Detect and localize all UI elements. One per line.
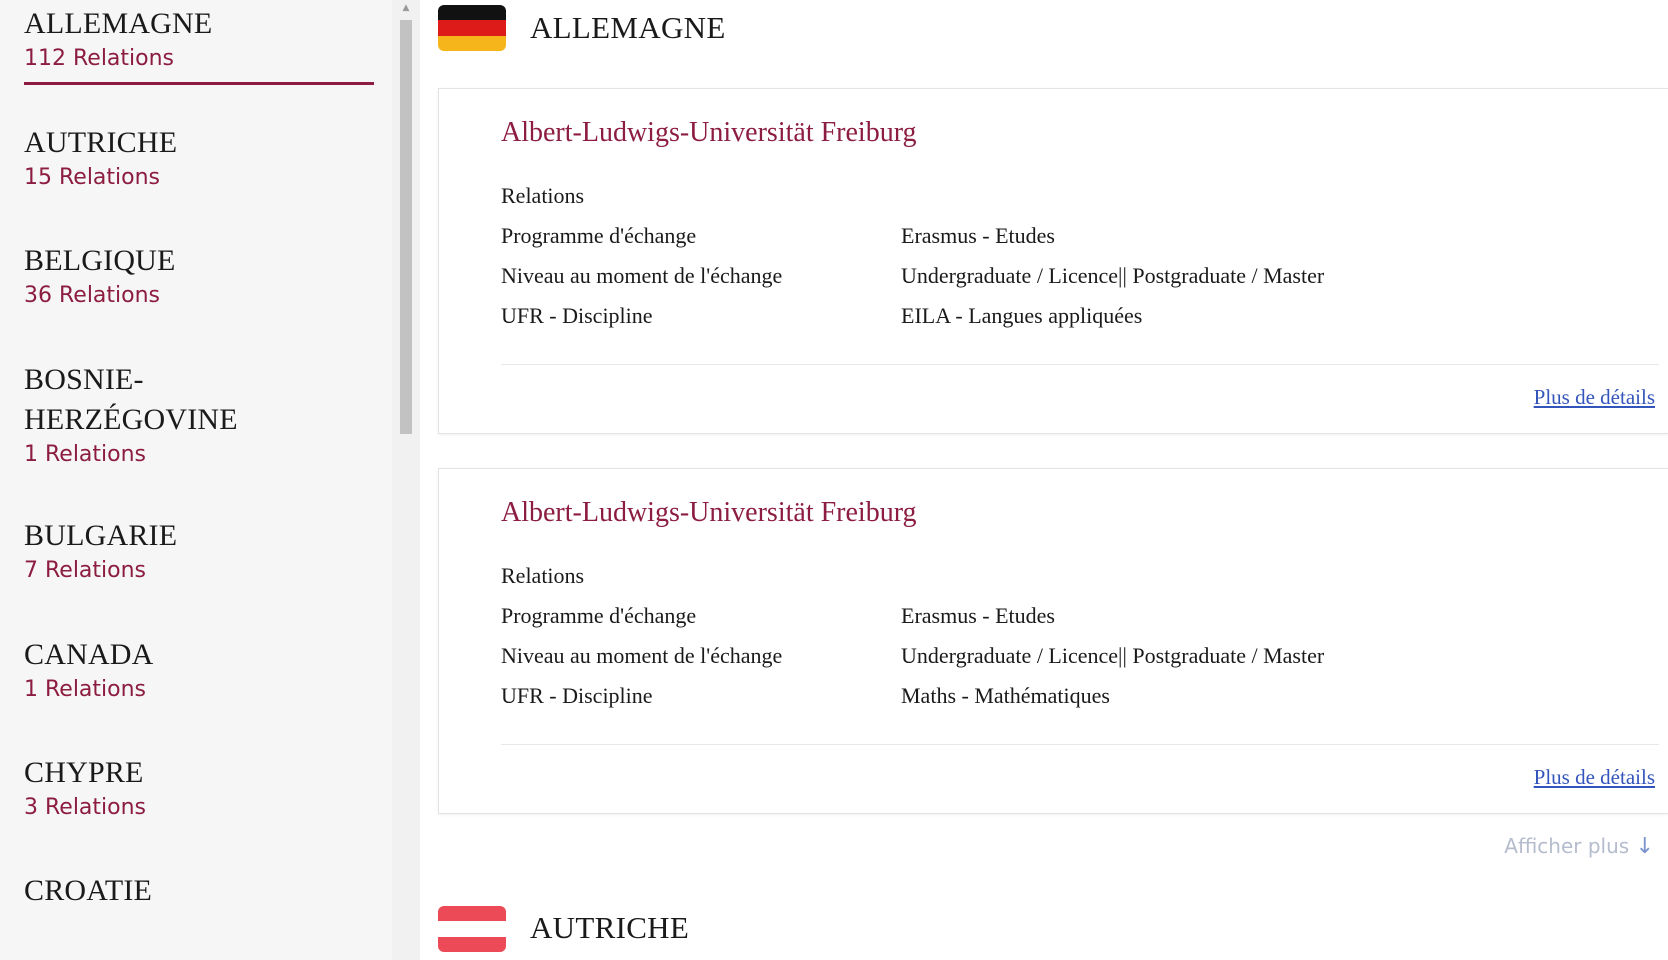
card-divider bbox=[501, 364, 1659, 365]
row-value: Undergraduate / Licence|| Postgraduate /… bbox=[901, 263, 1325, 288]
main-content: ALLEMAGNE Albert-Ludwigs-Universität Fre… bbox=[420, 0, 1668, 960]
row-label: Programme d'échange bbox=[501, 603, 697, 628]
university-name: Albert-Ludwigs-Universität Freiburg bbox=[501, 497, 917, 528]
row-label: Niveau au moment de l'échange bbox=[501, 263, 783, 288]
sidebar-item-bulgarie[interactable]: BULGARIE 7 Relations bbox=[24, 516, 374, 586]
row-label: UFR - Discipline bbox=[501, 683, 653, 708]
relations-subheading: Relations bbox=[501, 563, 585, 588]
country-name: CANADA bbox=[24, 638, 154, 671]
details-link[interactable]: Plus de détails bbox=[1534, 765, 1655, 790]
country-name: AUTRICHE bbox=[24, 126, 178, 159]
country-relations-count: 1 Relations bbox=[24, 442, 147, 467]
country-name: CHYPRE bbox=[24, 756, 144, 789]
country-name: ALLEMAGNE bbox=[24, 7, 213, 40]
country-sidebar: ALLEMAGNE 112 Relations AUTRICHE 15 Rela… bbox=[0, 0, 392, 960]
section-heading-allemagne: ALLEMAGNE bbox=[530, 10, 726, 45]
country-name: BULGARIE bbox=[24, 519, 178, 552]
country-relations-count: 112 Relations bbox=[24, 46, 175, 71]
sidebar-scrollbar[interactable]: ▲ bbox=[392, 0, 420, 960]
sidebar-item-allemagne[interactable]: ALLEMAGNE 112 Relations bbox=[24, 4, 374, 85]
country-relations-count: 1 Relations bbox=[24, 677, 147, 702]
show-more-button[interactable]: Afficher plus ↓ bbox=[1504, 834, 1654, 859]
country-name: BOSNIE- bbox=[24, 363, 144, 396]
country-relations-count: 36 Relations bbox=[24, 283, 161, 308]
show-more-label: Afficher plus bbox=[1504, 834, 1630, 858]
row-value: Maths - Mathématiques bbox=[901, 683, 1110, 708]
row-value: EILA - Langues appliquées bbox=[901, 303, 1143, 328]
relation-card: Albert-Ludwigs-Universität Freiburg Rela… bbox=[438, 468, 1668, 814]
germany-flag-icon bbox=[438, 5, 506, 51]
relations-subheading: Relations bbox=[501, 183, 585, 208]
university-name: Albert-Ludwigs-Universität Freiburg bbox=[501, 117, 917, 148]
arrow-down-icon: ↓ bbox=[1635, 834, 1654, 859]
row-value: Erasmus - Etudes bbox=[901, 603, 1055, 628]
sidebar-item-bosnie-herzegovine[interactable]: BOSNIE- HERZÉGOVINE 1 Relations bbox=[24, 360, 374, 470]
austria-flag-icon bbox=[438, 906, 506, 952]
relation-card: Albert-Ludwigs-Universität Freiburg Rela… bbox=[438, 88, 1668, 434]
sidebar-item-belgique[interactable]: BELGIQUE 36 Relations bbox=[24, 241, 374, 311]
country-relations-count: 7 Relations bbox=[24, 558, 147, 583]
country-name-line2: HERZÉGOVINE bbox=[24, 403, 238, 436]
row-label: Programme d'échange bbox=[501, 223, 697, 248]
country-relations-count: 15 Relations bbox=[24, 165, 161, 190]
country-name: BELGIQUE bbox=[24, 244, 176, 277]
sidebar-item-autriche[interactable]: AUTRICHE 15 Relations bbox=[24, 123, 374, 193]
row-value: Erasmus - Etudes bbox=[901, 223, 1055, 248]
row-label: Niveau au moment de l'échange bbox=[501, 643, 783, 668]
sidebar-item-canada[interactable]: CANADA 1 Relations bbox=[24, 635, 374, 705]
row-value: Undergraduate / Licence|| Postgraduate /… bbox=[901, 643, 1325, 668]
details-link[interactable]: Plus de détails bbox=[1534, 385, 1655, 410]
scroll-up-arrow-icon[interactable]: ▲ bbox=[392, 0, 420, 16]
sidebar-item-chypre[interactable]: CHYPRE 3 Relations bbox=[24, 753, 374, 823]
scrollbar-thumb[interactable] bbox=[400, 20, 412, 434]
country-name: CROATIE bbox=[24, 874, 153, 907]
row-label: UFR - Discipline bbox=[501, 303, 653, 328]
sidebar-item-croatie[interactable]: CROATIE bbox=[24, 871, 374, 911]
country-relations-count: 3 Relations bbox=[24, 795, 147, 820]
card-divider bbox=[501, 744, 1659, 745]
section-heading-autriche: AUTRICHE bbox=[530, 910, 690, 945]
active-underline bbox=[24, 82, 374, 85]
